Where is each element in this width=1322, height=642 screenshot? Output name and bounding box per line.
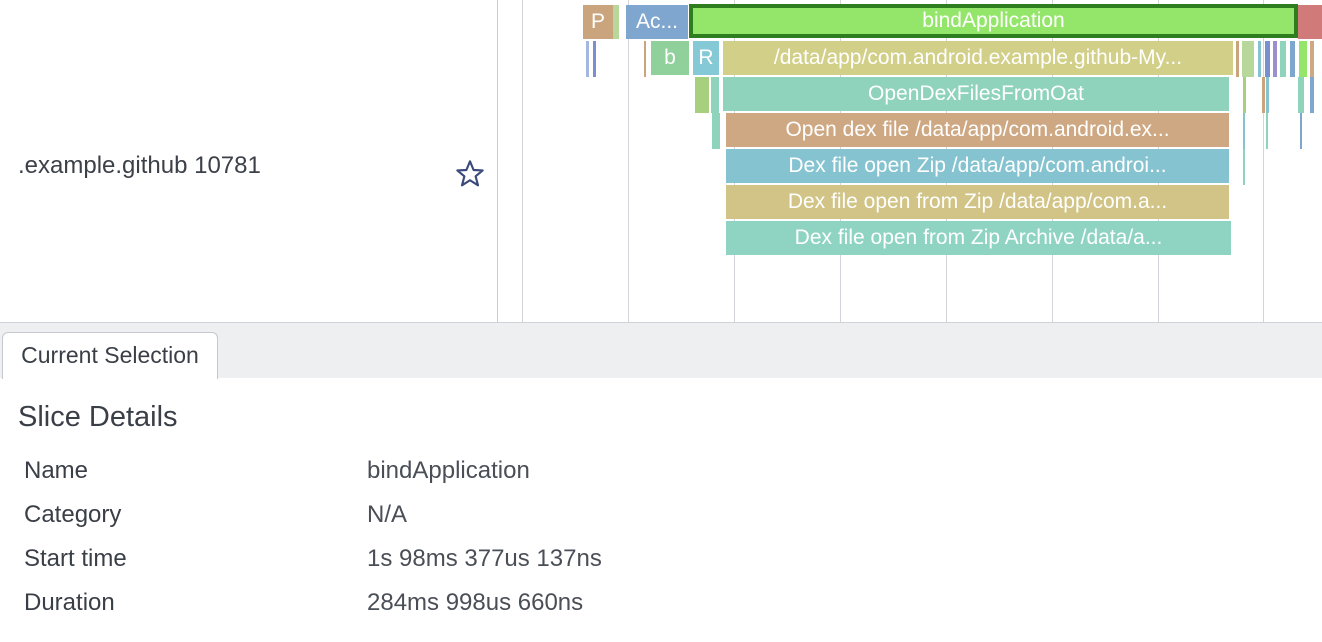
detail-key: Name: [24, 457, 89, 484]
slice-sliver[interactable]: [1266, 77, 1269, 113]
tab-bar: Current Selection: [0, 323, 1322, 379]
slice-open-dex-file[interactable]: Open dex file /data/app/com.android.ex..…: [726, 113, 1229, 147]
perfetto-window: .example.github 10781 P Ac... bindApplic…: [0, 0, 1322, 642]
detail-value: bindApplication: [367, 457, 530, 484]
slice-sliver[interactable]: [1265, 41, 1270, 77]
slice-b[interactable]: b: [651, 41, 689, 75]
track-area: .example.github 10781 P Ac... bindApplic…: [0, 0, 1322, 322]
slice-sliver[interactable]: [586, 41, 589, 77]
slice-opendexfilesfromoat[interactable]: OpenDexFilesFromOat: [723, 77, 1229, 111]
slice-sliver[interactable]: [1290, 41, 1295, 77]
slice-dex-file-open-zip[interactable]: Dex file open Zip /data/app/com.androi..…: [726, 149, 1229, 183]
detail-key: Duration: [24, 589, 115, 616]
slice-sliver[interactable]: [1242, 41, 1254, 77]
detail-value: 284ms 998us 660ns: [367, 589, 584, 616]
slice-sliver[interactable]: [1300, 113, 1302, 149]
detail-row-name: Name bindApplication: [24, 457, 1224, 497]
timeline-canvas[interactable]: P Ac... bindApplication b R /data/app/co…: [498, 0, 1322, 322]
slice-sliver[interactable]: [1310, 41, 1314, 77]
slice-sliver[interactable]: [613, 5, 619, 39]
gridline: [1263, 0, 1264, 322]
slice-sliver[interactable]: [1243, 149, 1245, 185]
slice-sliver[interactable]: [1310, 77, 1314, 113]
slice-sliver[interactable]: [1243, 77, 1246, 113]
slice-sliver[interactable]: [1236, 41, 1239, 77]
slice-sliver[interactable]: [1299, 41, 1307, 77]
slice-sliver[interactable]: [1266, 113, 1268, 149]
slice-sliver[interactable]: [644, 41, 646, 77]
slice-sliver[interactable]: [1298, 77, 1304, 113]
detail-row-duration: Duration 284ms 998us 660ns: [24, 589, 1224, 629]
star-icon[interactable]: [454, 158, 486, 190]
slice-sliver[interactable]: [1258, 41, 1261, 77]
track-title: .example.github 10781: [18, 152, 261, 179]
slice-sliver[interactable]: [711, 77, 719, 113]
slice-data-app-path[interactable]: /data/app/com.android.example.github-My.…: [723, 41, 1233, 75]
detail-key: Category: [24, 501, 122, 528]
details-panel: Current Selection Slice Details Name bin…: [0, 322, 1322, 642]
slice-sliver[interactable]: [1273, 41, 1277, 77]
slice-sliver[interactable]: [695, 77, 709, 113]
tab-current-selection[interactable]: Current Selection: [2, 332, 218, 379]
slice-ac[interactable]: Ac...: [626, 5, 688, 39]
slice-bindapplication[interactable]: bindApplication: [689, 4, 1298, 38]
detail-key: Start time: [24, 545, 127, 572]
detail-row-category: Category N/A: [24, 501, 1224, 541]
slice-dex-file-open-from-zip[interactable]: Dex file open from Zip /data/app/com.a..…: [726, 185, 1229, 219]
track-shell[interactable]: .example.github 10781: [0, 0, 498, 322]
gridline: [522, 0, 523, 322]
slice-sliver[interactable]: [1280, 41, 1286, 77]
slice-details-title: Slice Details: [18, 401, 178, 433]
slice-dex-file-open-from-zip-archive[interactable]: Dex file open from Zip Archive /data/a..…: [726, 221, 1231, 255]
slice-sliver[interactable]: [593, 41, 596, 77]
slice-p[interactable]: P: [583, 5, 613, 39]
slice-sliver[interactable]: [1298, 5, 1322, 39]
slice-sliver[interactable]: [1262, 77, 1265, 113]
detail-row-start-time: Start time 1s 98ms 377us 137ns: [24, 545, 1224, 585]
slice-sliver[interactable]: [712, 113, 720, 149]
slice-sliver[interactable]: [1243, 113, 1245, 149]
slice-r[interactable]: R: [693, 41, 719, 75]
detail-value: 1s 98ms 377us 137ns: [367, 545, 602, 572]
gridline: [628, 0, 629, 322]
detail-value: N/A: [367, 501, 408, 528]
